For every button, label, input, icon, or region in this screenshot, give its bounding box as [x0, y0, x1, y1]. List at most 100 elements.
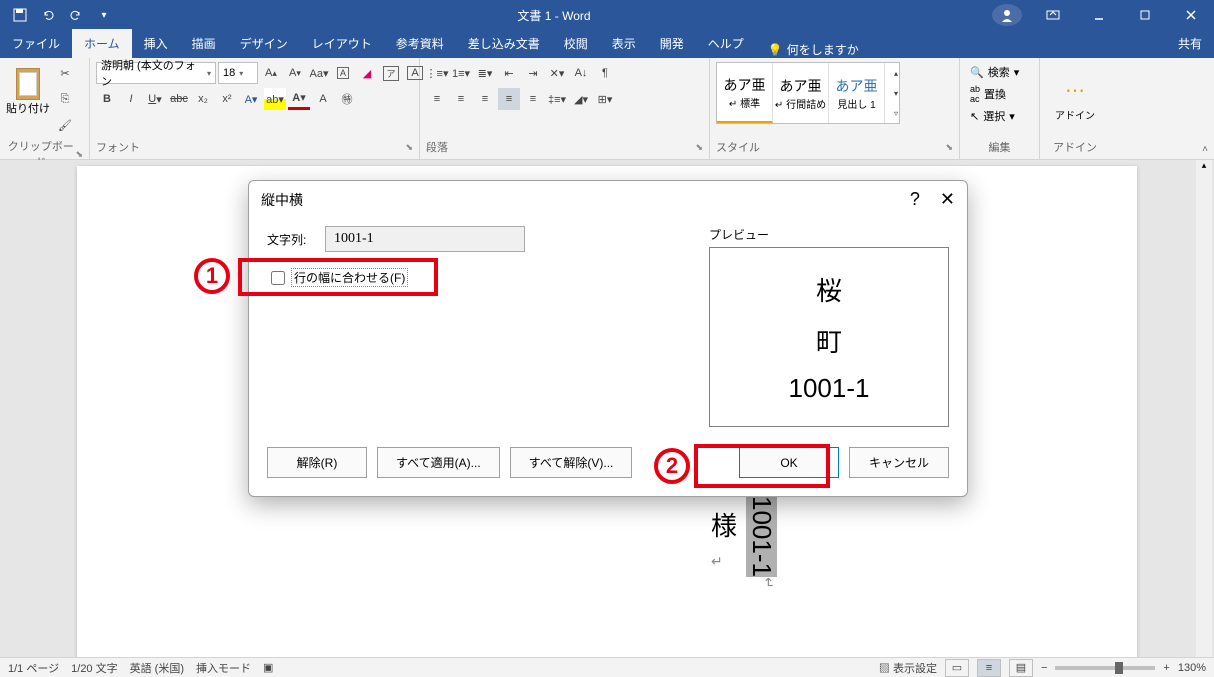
- zoom-value[interactable]: 130%: [1178, 662, 1206, 674]
- redo-icon[interactable]: [64, 3, 88, 27]
- change-case-icon[interactable]: Aa▾: [308, 62, 330, 84]
- tab-help[interactable]: ヘルプ: [696, 29, 756, 58]
- user-avatar-icon[interactable]: [992, 4, 1022, 26]
- undo-icon[interactable]: [36, 3, 60, 27]
- status-mode[interactable]: 挿入モード: [196, 660, 251, 676]
- tell-me[interactable]: 💡 何をしますか: [756, 41, 871, 58]
- phonetic-guide-icon[interactable]: A: [332, 62, 354, 84]
- font-launcher-icon[interactable]: ⬊: [405, 142, 413, 153]
- superscript-icon[interactable]: x²: [216, 88, 238, 110]
- style-scroll-down-icon[interactable]: ▾: [885, 83, 907, 103]
- text-effects-icon[interactable]: A▾: [240, 88, 262, 110]
- justify-icon[interactable]: ≡: [498, 88, 520, 110]
- ribbon-display-icon[interactable]: [1030, 0, 1076, 30]
- style-gallery[interactable]: あア亜 ↵ 標準 あア亜 ↵ 行間詰め あア亜 見出し 1 ▴ ▾ ▿: [716, 62, 900, 124]
- multilevel-icon[interactable]: ≣▾: [474, 62, 496, 84]
- ribbon-tabs: ファイル ホーム 挿入 描画 デザイン レイアウト 参考資料 差し込み文書 校閲…: [0, 30, 1214, 58]
- tab-file[interactable]: ファイル: [0, 29, 72, 58]
- tab-home[interactable]: ホーム: [72, 29, 132, 58]
- zoom-out-icon[interactable]: −: [1041, 662, 1047, 674]
- zoom-in-icon[interactable]: +: [1163, 662, 1169, 674]
- styles-launcher-icon[interactable]: ⬊: [945, 142, 953, 153]
- tab-insert[interactable]: 挿入: [132, 29, 180, 58]
- clear-format-icon[interactable]: ◢: [356, 62, 378, 84]
- addins-icon[interactable]: ⋯: [1065, 78, 1085, 103]
- borders-icon[interactable]: ⊞▾: [594, 88, 616, 110]
- font-color-icon[interactable]: A▾: [288, 88, 310, 110]
- dialog-close-icon[interactable]: ✕: [940, 189, 955, 210]
- grow-font-icon[interactable]: A▴: [260, 62, 282, 84]
- sort-icon[interactable]: A↓: [570, 62, 592, 84]
- distribute-icon[interactable]: ≡: [522, 88, 544, 110]
- highlight-icon[interactable]: ab▾: [264, 88, 286, 110]
- font-size-combo[interactable]: 18▾: [218, 62, 258, 84]
- status-language[interactable]: 英語 (米国): [130, 660, 184, 676]
- indent-dec-icon[interactable]: ⇤: [498, 62, 520, 84]
- macro-record-icon[interactable]: ▣: [263, 661, 273, 674]
- cut-icon[interactable]: ✂: [54, 62, 76, 84]
- style-heading1[interactable]: あア亜 見出し 1: [829, 63, 885, 123]
- align-left-icon[interactable]: ≡: [426, 88, 448, 110]
- tab-references[interactable]: 参考資料: [384, 29, 456, 58]
- tab-mailings[interactable]: 差し込み文書: [456, 29, 552, 58]
- status-page[interactable]: 1/1 ページ: [8, 660, 59, 676]
- copy-icon[interactable]: ⎘: [54, 88, 76, 110]
- qa-more-icon[interactable]: ▾: [92, 3, 116, 27]
- align-center-icon[interactable]: ≡: [450, 88, 472, 110]
- clipboard-launcher-icon[interactable]: ⬊: [75, 149, 83, 160]
- style-no-spacing[interactable]: あア亜 ↵ 行間詰め: [773, 63, 829, 123]
- find-button[interactable]: 🔍検索▾: [966, 62, 1023, 82]
- italic-icon[interactable]: I: [120, 88, 142, 110]
- tab-developer[interactable]: 開発: [648, 29, 696, 58]
- tab-layout[interactable]: レイアウト: [300, 29, 384, 58]
- web-layout-icon[interactable]: ▤: [1009, 659, 1033, 677]
- paragraph-launcher-icon[interactable]: ⬊: [695, 142, 703, 153]
- tab-design[interactable]: デザイン: [228, 29, 300, 58]
- enclose-circle-icon[interactable]: ㊕: [336, 88, 358, 110]
- char-shading-icon[interactable]: A: [312, 88, 334, 110]
- maximize-icon[interactable]: [1122, 0, 1168, 30]
- format-painter-icon[interactable]: 🖌: [54, 114, 76, 136]
- select-button[interactable]: ↖選択▾: [966, 106, 1023, 126]
- remove-button[interactable]: 解除(R): [267, 447, 367, 478]
- asian-layout-icon[interactable]: ✕▾: [546, 62, 568, 84]
- subscript-icon[interactable]: x₂: [192, 88, 214, 110]
- tab-review[interactable]: 校閲: [552, 29, 600, 58]
- zoom-slider[interactable]: [1055, 666, 1155, 670]
- underline-icon[interactable]: U▾: [144, 88, 166, 110]
- collapse-ribbon-icon[interactable]: ˄: [1202, 144, 1208, 155]
- numbering-icon[interactable]: 1≡▾: [450, 62, 472, 84]
- minimize-icon[interactable]: [1076, 0, 1122, 30]
- font-name-combo[interactable]: 游明朝 (本文のフォン▾: [96, 62, 216, 84]
- share-button[interactable]: 共有: [1166, 29, 1214, 58]
- save-icon[interactable]: [8, 3, 32, 27]
- remove-all-button[interactable]: すべて解除(V)...: [510, 447, 633, 478]
- style-scroll-up-icon[interactable]: ▴: [885, 63, 907, 83]
- vertical-scrollbar[interactable]: ▴: [1196, 160, 1212, 657]
- shading-icon[interactable]: ◢▾: [570, 88, 592, 110]
- close-icon[interactable]: [1168, 0, 1214, 30]
- bold-icon[interactable]: B: [96, 88, 118, 110]
- print-layout-icon[interactable]: ≡: [977, 659, 1001, 677]
- indent-inc-icon[interactable]: ⇥: [522, 62, 544, 84]
- display-settings-button[interactable]: ▧ 表示設定: [879, 660, 937, 676]
- line-spacing-icon[interactable]: ‡≡▾: [546, 88, 568, 110]
- align-right-icon[interactable]: ≡: [474, 88, 496, 110]
- bullets-icon[interactable]: ⋮≡▾: [426, 62, 448, 84]
- strike-icon[interactable]: abc: [168, 88, 190, 110]
- paste-button[interactable]: 貼り付け: [6, 62, 50, 116]
- style-normal[interactable]: あア亜 ↵ 標準: [717, 63, 773, 123]
- shrink-font-icon[interactable]: A▾: [284, 62, 306, 84]
- status-words[interactable]: 1/20 文字: [71, 660, 117, 676]
- replace-button[interactable]: abac置換: [966, 84, 1023, 104]
- tab-draw[interactable]: 描画: [180, 29, 228, 58]
- tab-view[interactable]: 表示: [600, 29, 648, 58]
- dialog-help-icon[interactable]: ?: [910, 189, 920, 210]
- show-marks-icon[interactable]: ¶: [594, 62, 616, 84]
- cancel-button[interactable]: キャンセル: [849, 447, 949, 478]
- read-mode-icon[interactable]: ▭: [945, 659, 969, 677]
- style-more-icon[interactable]: ▿: [885, 103, 907, 123]
- apply-all-button[interactable]: すべて適用(A)...: [377, 447, 500, 478]
- enclose-char-icon[interactable]: ア: [380, 62, 402, 84]
- find-label: 検索: [988, 64, 1010, 80]
